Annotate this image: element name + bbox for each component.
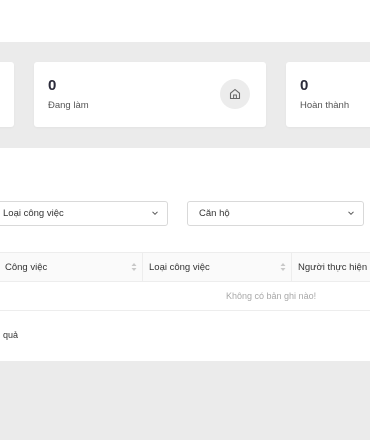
apartment-select-value: Căn hộ (199, 208, 230, 219)
column-header-label: Loại công việc (149, 261, 210, 273)
empty-state-text: Không có bản ghi nào! (226, 291, 317, 301)
table-header: Công việc Loại công việc Người thực hiện (0, 252, 370, 282)
column-divider (142, 253, 143, 281)
stat-label: Hoàn thành (300, 100, 350, 111)
stat-label: Đang làm (48, 100, 89, 111)
chevron-down-icon (152, 211, 158, 216)
column-header-label: Công việc (5, 261, 48, 273)
task-panel: Loại công việc Căn hộ Công việc Loại côn… (0, 148, 370, 361)
column-header-label: Người thực hiện (298, 261, 368, 273)
column-header-task-type[interactable]: Loại công việc (149, 253, 286, 281)
chevron-down-icon (348, 211, 354, 216)
sort-icon[interactable] (131, 262, 137, 272)
column-divider (291, 253, 292, 281)
top-bar (0, 0, 370, 42)
home-icon (220, 79, 250, 109)
result-count-text: quả (3, 330, 19, 340)
stat-card-completed: 0 Hoàn thành (286, 62, 370, 127)
column-header-assignee[interactable]: Người thực hiện (298, 253, 370, 281)
table-empty-row: Không có bản ghi nào! (0, 282, 370, 311)
stat-card-partial (0, 62, 14, 127)
column-header-task[interactable]: Công việc (5, 253, 140, 281)
stat-card-in-progress: 0 Đang làm (34, 62, 266, 127)
stat-count: 0 (300, 77, 309, 94)
apartment-select[interactable]: Căn hộ (187, 201, 364, 226)
stat-count: 0 (48, 77, 57, 94)
task-type-select-value: Loại công việc (3, 208, 64, 219)
sort-icon[interactable] (280, 262, 286, 272)
task-type-select[interactable]: Loại công việc (0, 201, 168, 226)
